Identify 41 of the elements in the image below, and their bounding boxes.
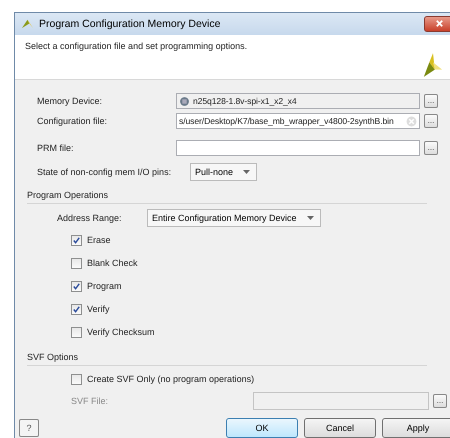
- input-field[interactable]: [176, 140, 420, 156]
- dialog-button[interactable]: OK: [226, 418, 298, 438]
- browse-button[interactable]: ...: [424, 114, 438, 128]
- header-text: Select a configuration file and set programming options.: [25, 40, 248, 51]
- field-label: Memory Device:: [37, 96, 104, 106]
- checkbox[interactable]: [71, 280, 82, 292]
- checkbox-label[interactable]: Verify: [87, 304, 110, 314]
- close-button[interactable]: [424, 16, 450, 32]
- input-field[interactable]: s/user/Desktop/K7/base_mb_wrapper_v4800-2synthB.bin: [176, 113, 420, 129]
- field-label: SVF File:: [71, 396, 110, 406]
- checkbox[interactable]: [71, 234, 82, 246]
- checkbox-label[interactable]: Verify Checksum: [87, 327, 155, 337]
- checkbox-label[interactable]: Create SVF Only (no program operations): [87, 374, 254, 384]
- checkbox-label[interactable]: Erase: [87, 235, 111, 245]
- section-title: Program Operations: [27, 190, 110, 200]
- field-label: PRM file:: [37, 143, 75, 153]
- field-label: State of non-config mem I/O pins:: [37, 167, 172, 177]
- checkbox[interactable]: [71, 304, 82, 314]
- browse-button[interactable]: ...: [424, 141, 438, 155]
- logo-icon: [21, 17, 34, 30]
- checkbox-label[interactable]: Program: [87, 281, 122, 291]
- dialog-button[interactable]: Cancel: [304, 418, 376, 438]
- dialog-button[interactable]: Apply: [382, 418, 450, 438]
- browse-button[interactable]: ...: [424, 94, 438, 108]
- window-title: Program Configuration Memory Device: [39, 18, 220, 30]
- address-range-dropdown[interactable]: Entire Configuration Memory Device: [147, 209, 321, 227]
- checkbox[interactable]: [71, 374, 82, 384]
- section-title: SVF Options: [27, 352, 80, 362]
- caret-icon: [306, 216, 314, 220]
- close-icon: [434, 19, 444, 28]
- input-field[interactable]: n25q128-1.8v-spi-x1_x2_x4: [176, 93, 420, 109]
- chip-icon: [179, 96, 190, 106]
- checkbox-label[interactable]: Blank Check: [87, 258, 138, 268]
- pins-dropdown[interactable]: Pull-none: [190, 163, 258, 181]
- checkbox[interactable]: [71, 258, 82, 268]
- help-button[interactable]: ?: [19, 419, 39, 437]
- checkbox[interactable]: [71, 326, 82, 338]
- caret-icon: [243, 170, 250, 174]
- field-label: Configuration file:: [37, 116, 108, 126]
- field-label: Address Range:: [57, 213, 123, 223]
- logo-icon: [422, 50, 444, 79]
